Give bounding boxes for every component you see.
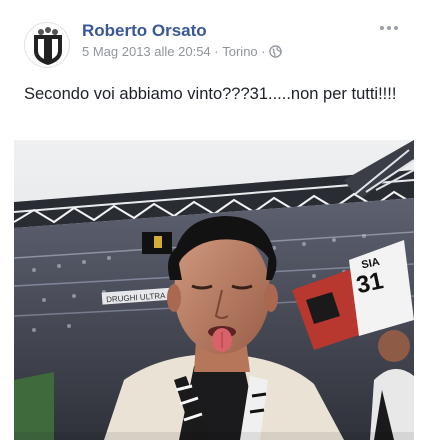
author-avatar[interactable] (24, 22, 70, 68)
post-text: Secondo voi abbiamo vinto???31.....non p… (24, 85, 397, 103)
post-meta: 5 Mag 2013 alle 20:54 · Torino · (82, 44, 282, 59)
globe-icon[interactable] (269, 45, 282, 58)
stadium-selfie-image: DRUGHI ULTRA CURVA 31 SIA (14, 140, 414, 440)
post-photo[interactable]: DRUGHI ULTRA CURVA 31 SIA (14, 140, 414, 440)
more-options-icon[interactable] (378, 22, 400, 34)
post-header: Roberto Orsato 5 Mag 2013 alle 20:54 · T… (0, 0, 428, 72)
post-location[interactable]: Torino (222, 44, 257, 59)
author-name[interactable]: Roberto Orsato (82, 21, 207, 41)
facebook-post: Roberto Orsato 5 Mag 2013 alle 20:54 · T… (0, 0, 428, 440)
sign-number: 31 (354, 267, 386, 299)
avatar-logo (34, 27, 62, 65)
post-date[interactable]: 5 Mag 2013 alle 20:54 (82, 44, 211, 59)
meta-separator: · (214, 44, 219, 59)
meta-separator: · (261, 44, 266, 59)
